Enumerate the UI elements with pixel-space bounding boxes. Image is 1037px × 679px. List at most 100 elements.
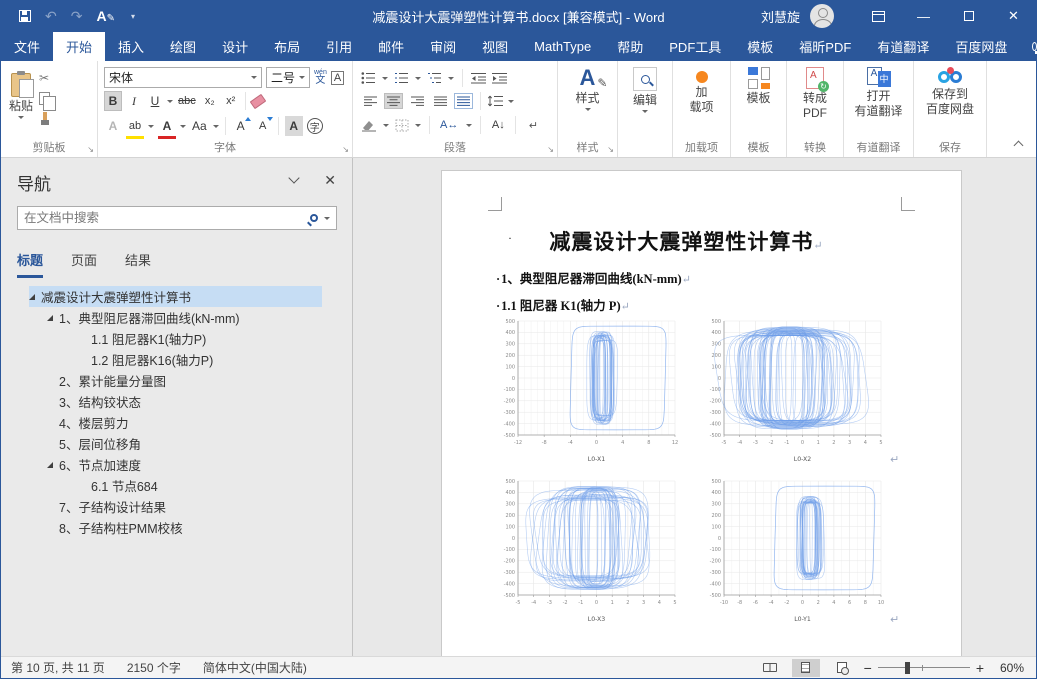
nav-tab-页面[interactable]: 页面 bbox=[71, 250, 97, 278]
nav-item[interactable]: 2、累计能量分量图 bbox=[29, 370, 322, 391]
strikethrough-button[interactable]: abc bbox=[176, 91, 198, 111]
ribbon-display-options-button[interactable] bbox=[856, 0, 901, 32]
zoom-level[interactable]: 60% bbox=[990, 661, 1024, 675]
nav-item[interactable]: 6、节点加速度 bbox=[29, 454, 322, 475]
underline-caret[interactable] bbox=[167, 100, 173, 103]
grow-font-button[interactable]: A bbox=[232, 116, 250, 136]
character-shading-button[interactable]: A bbox=[285, 116, 303, 136]
convert-pdf-button[interactable]: 转成PDF bbox=[787, 61, 843, 121]
nav-item[interactable]: 5、层间位移角 bbox=[29, 433, 322, 454]
tab-设计[interactable]: 设计 bbox=[209, 32, 261, 61]
bullets-icon[interactable] bbox=[361, 72, 376, 84]
underline-button[interactable]: U bbox=[146, 91, 164, 111]
tab-PDF工具[interactable]: PDF工具 bbox=[656, 32, 734, 61]
tab-引用[interactable]: 引用 bbox=[313, 32, 365, 61]
nav-tab-标题[interactable]: 标题 bbox=[17, 250, 43, 278]
tab-模板[interactable]: 模板 bbox=[734, 32, 786, 61]
nav-item[interactable]: 8、子结构柱PMM校核 bbox=[29, 517, 322, 538]
tell-me-button[interactable]: 告诉我 bbox=[1020, 32, 1037, 61]
document-page[interactable]: · 减震设计大震弹塑性计算书↵ ·1、典型阻尼器滞回曲线(kN-mm)↵ ·1.… bbox=[441, 170, 962, 656]
numbering-icon[interactable] bbox=[394, 72, 409, 84]
addins-button[interactable]: 加载项 bbox=[673, 61, 730, 115]
nav-options-icon[interactable] bbox=[289, 172, 300, 183]
avatar[interactable] bbox=[810, 4, 834, 28]
qat-customize-icon[interactable]: ▾ bbox=[131, 12, 135, 21]
shading-icon[interactable] bbox=[361, 119, 377, 132]
show-marks-icon[interactable]: ↵ bbox=[524, 115, 542, 135]
web-layout-button[interactable] bbox=[828, 659, 856, 677]
close-button[interactable]: ✕ bbox=[991, 0, 1036, 32]
format-painter-icon[interactable] bbox=[39, 112, 51, 126]
nav-item[interactable]: 6.1 节点684 bbox=[29, 475, 322, 496]
bold-button[interactable]: B bbox=[104, 91, 122, 111]
save-icon[interactable] bbox=[19, 10, 31, 22]
increase-indent-icon[interactable] bbox=[492, 72, 507, 84]
change-case-button[interactable]: Aa bbox=[190, 116, 209, 136]
character-border-icon[interactable]: A bbox=[331, 71, 344, 85]
print-layout-button[interactable] bbox=[792, 659, 820, 677]
font-color-button[interactable]: A bbox=[158, 116, 176, 136]
minimize-button[interactable]: — bbox=[901, 0, 946, 32]
cut-button[interactable]: ✂ bbox=[39, 71, 51, 85]
zoom-out-button[interactable]: − bbox=[864, 660, 872, 676]
distribute-icon[interactable] bbox=[454, 93, 473, 109]
redo-icon[interactable]: ↷ bbox=[71, 9, 83, 23]
tab-插入[interactable]: 插入 bbox=[105, 32, 157, 61]
tab-邮件[interactable]: 邮件 bbox=[365, 32, 417, 61]
align-center-icon[interactable] bbox=[384, 93, 403, 109]
baidu-save-button[interactable]: 保存到百度网盘 bbox=[914, 61, 986, 117]
nav-item[interactable]: 减震设计大震弹塑性计算书 bbox=[29, 286, 322, 307]
zoom-slider-thumb[interactable] bbox=[905, 662, 910, 674]
expand-triangle-icon[interactable] bbox=[29, 294, 35, 300]
paragraph-dialog-launcher[interactable]: ↘ bbox=[547, 145, 554, 154]
tab-file[interactable]: 文件 bbox=[1, 32, 53, 61]
font-size-combo[interactable]: 二号 bbox=[266, 67, 310, 88]
word-count[interactable]: 2150 个字 bbox=[127, 659, 181, 676]
highlight-button[interactable]: ab bbox=[126, 116, 144, 136]
font-style-icon[interactable]: A✎ bbox=[96, 9, 115, 24]
expand-triangle-icon[interactable] bbox=[47, 315, 53, 321]
nav-item[interactable]: 1.2 阻尼器K16(轴力P) bbox=[29, 349, 322, 370]
zoom-in-button[interactable]: + bbox=[976, 660, 984, 676]
tab-视图[interactable]: 视图 bbox=[469, 32, 521, 61]
nav-item[interactable]: 7、子结构设计结果 bbox=[29, 496, 322, 517]
tab-布局[interactable]: 布局 bbox=[261, 32, 313, 61]
justify-icon[interactable] bbox=[431, 93, 449, 109]
clipboard-dialog-launcher[interactable]: ↘ bbox=[87, 145, 94, 154]
sort-icon[interactable]: A↓ bbox=[489, 115, 507, 135]
clear-formatting-icon[interactable] bbox=[249, 93, 266, 108]
search-options-caret[interactable] bbox=[324, 217, 330, 220]
tab-福昕PDF[interactable]: 福昕PDF bbox=[786, 32, 864, 61]
search-box[interactable] bbox=[17, 206, 337, 230]
font-dialog-launcher[interactable]: ↘ bbox=[342, 145, 349, 154]
nav-close-icon[interactable]: ✕ bbox=[324, 172, 336, 189]
styles-button[interactable]: A✎ 样式 bbox=[558, 61, 617, 111]
undo-icon[interactable]: ↶ bbox=[45, 9, 57, 23]
decrease-indent-icon[interactable] bbox=[471, 72, 486, 84]
line-spacing-icon[interactable] bbox=[488, 95, 503, 107]
collapse-ribbon-button[interactable] bbox=[1014, 141, 1024, 151]
maximize-button[interactable] bbox=[946, 0, 991, 32]
text-effects-button[interactable]: A bbox=[104, 116, 122, 136]
youdao-button[interactable]: 打开有道翻译 bbox=[844, 61, 913, 119]
align-right-icon[interactable] bbox=[408, 93, 426, 109]
document-area[interactable]: · 减震设计大震弹塑性计算书↵ ·1、典型阻尼器滞回曲线(kN-mm)↵ ·1.… bbox=[354, 158, 1036, 656]
tab-审阅[interactable]: 审阅 bbox=[417, 32, 469, 61]
character-scale-icon[interactable]: A↔ bbox=[438, 115, 460, 135]
nav-item[interactable]: 1.1 阻尼器K1(轴力P) bbox=[29, 328, 322, 349]
nav-item[interactable]: 1、典型阻尼器滞回曲线(kN-mm) bbox=[29, 307, 322, 328]
superscript-button[interactable]: x² bbox=[222, 91, 240, 111]
tab-开始[interactable]: 开始 bbox=[53, 32, 105, 61]
tab-MathType[interactable]: MathType bbox=[521, 32, 604, 61]
page-indicator[interactable]: 第 10 页, 共 11 页 bbox=[11, 659, 105, 676]
tab-有道翻译[interactable]: 有道翻译 bbox=[864, 32, 942, 61]
user-name[interactable]: 刘慧旋 bbox=[761, 7, 800, 26]
read-mode-button[interactable] bbox=[756, 659, 784, 677]
tab-帮助[interactable]: 帮助 bbox=[604, 32, 656, 61]
paste-button[interactable]: 粘贴 bbox=[9, 67, 33, 126]
search-icon[interactable] bbox=[310, 214, 318, 222]
nav-tab-结果[interactable]: 结果 bbox=[125, 250, 151, 278]
phonetic-guide-icon[interactable]: wén文 bbox=[314, 69, 327, 86]
zoom-slider[interactable] bbox=[878, 662, 970, 674]
copy-icon[interactable] bbox=[39, 92, 50, 105]
